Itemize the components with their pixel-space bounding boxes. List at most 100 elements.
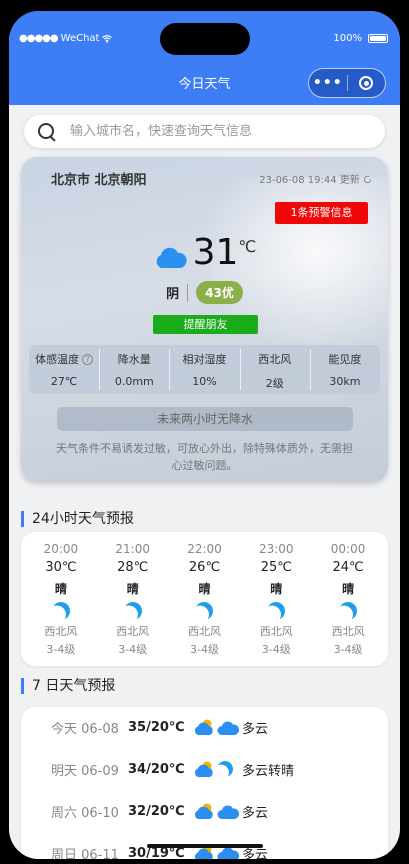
aqi-badge[interactable]: 43优 [196,281,243,304]
stat-wind: 西北风 2级 [239,345,310,394]
wifi-icon [102,34,113,43]
daily-row[interactable]: 今天 06-08 35/20℃ 多云 [21,715,388,739]
current-weather-card: 北京市 北京朝阳 23-06-08 19:44 更新 1条预警信息 31 ℃ 阴… [21,157,388,482]
partly-cloudy-icon [194,719,213,735]
condition-row: 阴 43优 [21,281,388,304]
search-icon [38,122,56,141]
moon-icon [121,599,144,622]
search-input[interactable] [70,124,360,139]
home-indicator[interactable] [147,844,263,848]
hour-wind-level: 3-4级 [190,643,219,656]
hour-time: 23:00 [258,542,294,556]
target-icon [359,76,374,90]
day-label: 周六 06-10 [51,805,119,821]
update-time[interactable]: 23-06-08 19:44 更新 [259,171,372,186]
hourly-item: 00:00 24℃ 晴 西北风 3-4级 [312,532,384,666]
battery-label: 100% [333,33,362,44]
stat-label: 能见度 [328,353,362,366]
stat-precipitation: 降水量 0.0mm [99,345,169,394]
partly-cloudy-icon [194,803,213,819]
hour-time: 21:00 [115,542,150,556]
moon-icon [193,599,216,622]
stat-label: 体感温度 [35,353,80,366]
hourly-item: 20:00 30℃ 晴 西北风 3-4级 [25,532,97,666]
moon-icon [337,599,360,622]
hour-temp: 24℃ [332,560,364,575]
allergy-description: 天气条件不易诱发过敏，可放心外出，除特殊体质外，无需担心过敏问题。 [56,442,353,472]
stat-label: 降水量 [117,353,151,366]
hourly-item: 22:00 26℃ 晴 西北风 3-4级 [169,532,241,666]
day-temp-range: 35/20℃ [128,719,185,735]
hour-condition: 晴 [198,582,211,596]
moon-icon [265,599,288,622]
stat-label: 西北风 [258,353,292,366]
hour-condition: 晴 [54,582,67,596]
hour-temp: 30℃ [45,560,77,575]
stat-label: 相对湿度 [182,353,227,366]
daily-forecast-card: 今天 06-08 35/20℃ 多云 明天 06-09 34/20℃ 多云转晴 … [21,707,388,859]
day-condition: 多云转晴 [242,763,295,779]
more-button[interactable]: ••• [309,75,347,91]
hour-temp: 28℃ [117,560,149,575]
weather-stats: 体感温度? 27℃ 降水量 0.0mm 相对湿度 10% 西北风 2级 能见度 [29,345,380,394]
phone-screen: ●●●●● WeChat 100% 今日天气 ••• 北京市 北京朝阳 [9,11,400,859]
hour-condition: 晴 [342,582,355,596]
divider [187,283,189,302]
alert-button[interactable]: 1条预警信息 [275,202,368,224]
status-left: ●●●●● WeChat [19,33,113,44]
stat-value: 27℃ [50,375,78,388]
hour-wind: 西北风 [116,625,150,638]
miniprogram-capsule: ••• [308,68,386,98]
stat-value: 0.0mm [114,375,154,388]
hourly-item: 21:00 28℃ 晴 西北风 3-4级 [97,532,169,666]
camera-notch [160,23,250,55]
day-condition: 多云 [242,721,269,737]
main-content: 北京市 北京朝阳 23-06-08 19:44 更新 1条预警信息 31 ℃ 阴… [9,105,400,859]
daily-row[interactable]: 明天 06-09 34/20℃ 多云转晴 [21,757,388,781]
carrier-label: WeChat [60,33,100,44]
hour-wind: 西北风 [44,625,78,638]
hourly-forecast-card[interactable]: 20:00 30℃ 晴 西北风 3-4级 21:00 28℃ 晴 西北风 3-4… [21,532,388,666]
hourly-item: 23:00 25℃ 晴 西北风 3-4级 [240,532,312,666]
battery-icon [368,34,388,43]
hour-wind: 西北风 [259,625,293,638]
hour-condition: 晴 [126,582,139,596]
rain-forecast-bar: 未来两小时无降水 [57,407,353,431]
partly-cloudy-icon [194,761,213,777]
cloud-icon [217,721,239,735]
hour-wind-level: 3-4级 [333,643,363,656]
remind-friend-button[interactable]: 提醒朋友 [153,315,258,334]
search-bar[interactable] [24,115,385,148]
day-label: 周日 06-11 [51,847,119,860]
hour-temp: 26℃ [188,560,221,575]
stat-visibility: 能见度 30km [309,345,380,394]
close-miniprogram-button[interactable] [347,76,385,90]
help-icon[interactable]: ? [82,353,94,365]
hour-time: 00:00 [330,542,366,556]
hour-wind-level: 3-4级 [118,643,148,656]
refresh-icon [363,175,372,184]
temperature-row: 31 ℃ [21,235,388,271]
day-label: 明天 06-09 [51,763,119,779]
stat-humidity: 相对湿度 10% [169,345,239,394]
hour-wind-level: 3-4级 [46,643,76,656]
moon-icon [49,599,72,622]
stat-value: 2级 [265,377,284,390]
stat-value: 10% [192,375,217,388]
cloud-icon [217,805,239,819]
hour-wind: 西北风 [187,625,221,638]
daily-row[interactable]: 周六 06-10 32/20℃ 多云 [21,799,388,823]
moon-icon [215,759,236,780]
stat-feels-like: 体感温度? 27℃ [29,345,99,394]
hour-wind-level: 3-4级 [261,643,291,656]
hour-wind: 西北风 [331,625,365,638]
day-label: 今天 06-08 [51,721,119,737]
cloud-icon [156,247,187,268]
hourly-section-title: 24小时天气预报 [21,511,134,527]
hour-temp: 25℃ [260,560,292,575]
update-time-text: 23-06-08 19:44 更新 [259,175,360,186]
hour-time: 20:00 [43,542,79,556]
top-bar: ●●●●● WeChat 100% 今日天气 ••• [9,11,400,105]
hour-time: 22:00 [187,542,222,556]
location-label[interactable]: 北京市 北京朝阳 [51,169,147,188]
